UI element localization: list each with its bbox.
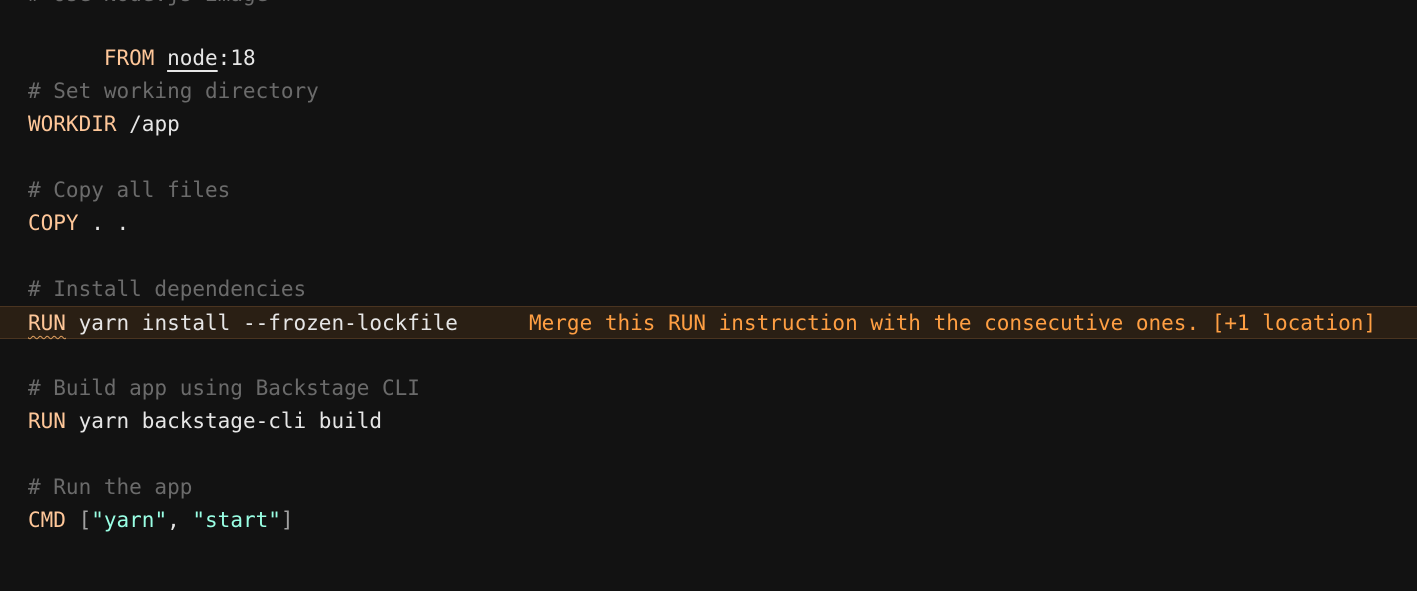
string-literal: "yarn" (91, 508, 168, 532)
run-build-arg: yarn backstage-cli build (65, 409, 383, 433)
base-image-tag: :18 (217, 46, 256, 70)
copy-arg: . . (78, 211, 130, 235)
code-line-comment-build[interactable]: # Build app using Backstage CLI (0, 372, 1417, 405)
code-line-workdir[interactable]: WORKDIR /app (0, 108, 1417, 141)
keyword-from: FROM (103, 46, 155, 70)
string-literal: "start" (192, 508, 281, 532)
code-line-comment-copy[interactable]: # Copy all files (0, 174, 1417, 207)
run-install-arg: yarn install --frozen-lockfile (65, 311, 458, 335)
bracket-open: [ (65, 508, 92, 532)
code-line-run-install[interactable]: RUN yarn install --frozen-lockfile Merge… (0, 306, 1417, 339)
keyword-copy: COPY (28, 211, 79, 235)
code-line-copy[interactable]: COPY . . (0, 207, 1417, 240)
code-line-comment-workdir[interactable]: # Set working directory (0, 75, 1417, 108)
separator: , (167, 508, 193, 532)
code-line-from[interactable]: FROM node:18 (0, 9, 1417, 70)
comment-text: # Copy all files (28, 178, 231, 202)
keyword-run: RUN (28, 409, 66, 433)
comment-text: # Install dependencies (28, 277, 307, 301)
inline-diagnostic-message[interactable]: Merge this RUN instruction with the cons… (529, 307, 1376, 340)
code-line-comment-run[interactable]: # Run the app (0, 471, 1417, 504)
code-editor[interactable]: # Use Node.js image FROM node:18 # Set w… (0, 0, 1417, 591)
code-line-run-build[interactable]: RUN yarn backstage-cli build (0, 405, 1417, 438)
keyword-cmd: CMD (28, 508, 66, 532)
code-line-cmd[interactable]: CMD ["yarn", "start"] (0, 504, 1417, 537)
comment-text: # Set working directory (28, 79, 319, 103)
bracket-close: ] (280, 508, 294, 532)
keyword-run-warning[interactable]: RUN (28, 311, 66, 335)
keyword-workdir: WORKDIR (28, 112, 117, 136)
base-image-name[interactable]: node (167, 46, 218, 70)
code-line-comment-install[interactable]: # Install dependencies (0, 273, 1417, 306)
comment-text: # Build app using Backstage CLI (28, 376, 420, 400)
comment-text: # Run the app (28, 475, 193, 499)
workdir-arg: /app (116, 112, 180, 136)
